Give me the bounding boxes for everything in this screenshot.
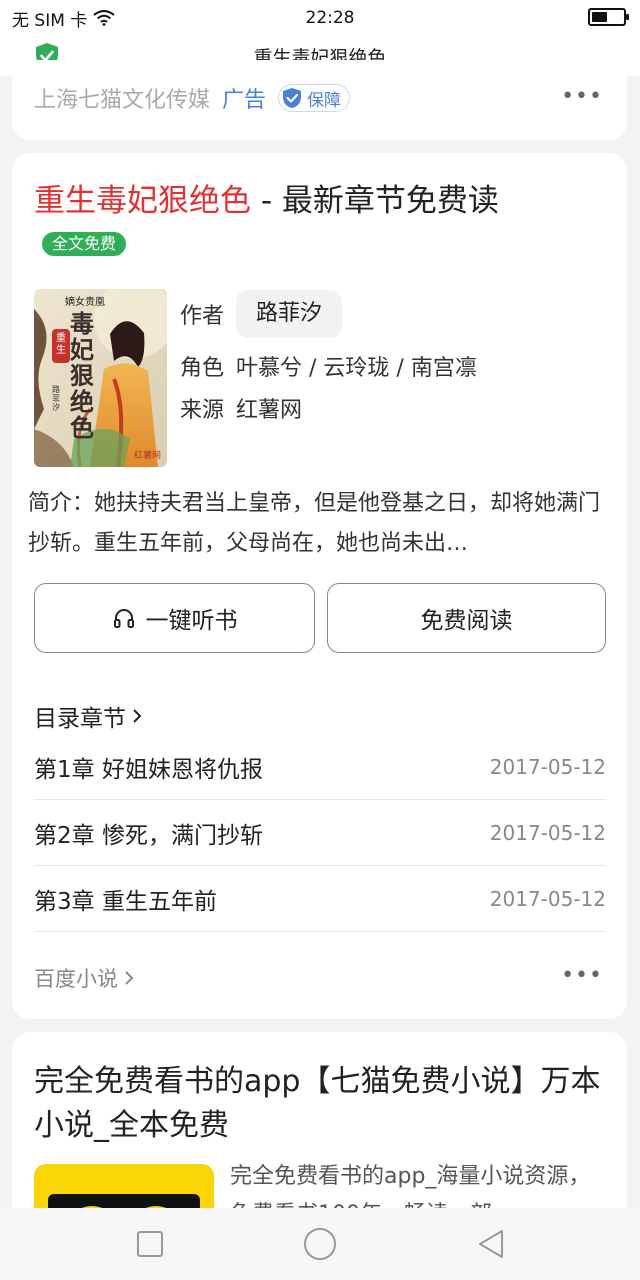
toc-label: 目录章节: [34, 706, 126, 732]
headphones-icon: [113, 609, 134, 628]
chevron-right-icon: [133, 709, 142, 723]
read-button-label: 免费阅读: [420, 608, 513, 634]
book-title-rest: - 最新章节免费读: [251, 183, 499, 219]
roles-label: 角色: [180, 356, 225, 381]
cover-top-text: 嫡女贵凰: [65, 297, 105, 308]
chapter-title: 第1章 好姐妹恩将仇报: [34, 756, 263, 783]
verified-shield-icon: [283, 88, 302, 108]
ad-label: 广告: [222, 88, 267, 113]
app-ad-title[interactable]: 完全免费看书的app【七猫免费小说】万本小说_全本免费: [34, 1060, 614, 1148]
guarantee-label: 保障: [307, 90, 342, 111]
chapter-row[interactable]: 第3章 重生五年前 2017-05-12: [34, 866, 606, 932]
free-tag: 全文免费: [42, 232, 127, 256]
roles-value: 叶慕兮 / 云玲珑 / 南宫凛: [236, 356, 477, 381]
source-row: 来源 红薯网: [180, 392, 302, 424]
chapter-date: 2017-05-12: [489, 820, 606, 845]
chevron-right-icon: [125, 971, 134, 985]
read-free-button[interactable]: 免费阅读: [327, 583, 606, 653]
recent-apps-icon[interactable]: [136, 1230, 164, 1258]
provider-label: 百度小说: [34, 967, 118, 991]
chapter-date: 2017-05-12: [489, 754, 606, 779]
listen-button[interactable]: 一键听书: [34, 583, 315, 653]
system-nav-bar: [0, 1208, 640, 1280]
ad-card-top[interactable]: 上海七猫文化传媒 广告 保障 •••: [12, 60, 627, 140]
listen-button-label: 一键听书: [145, 608, 238, 634]
book-cover[interactable]: 嫡女贵凰 毒妃狠绝色 重生 路菲汐 红薯网: [34, 289, 167, 467]
more-options-button[interactable]: •••: [561, 963, 603, 988]
advertiser-name[interactable]: 上海七猫文化传媒: [34, 82, 210, 114]
status-bar: 无 SIM 卡 22:28: [0, 0, 640, 36]
chapter-row[interactable]: 第1章 好姐妹恩将仇报 2017-05-12: [34, 734, 606, 800]
author-chip[interactable]: 路菲汐: [236, 290, 343, 338]
cover-publisher: 红薯网: [133, 451, 161, 461]
cover-author: 路菲汐: [52, 385, 60, 412]
book-title-highlight: 重生毒妃狠绝色: [34, 183, 251, 219]
more-options-button[interactable]: •••: [561, 84, 603, 109]
wifi-icon: [93, 10, 115, 26]
carrier-label: 无 SIM 卡: [12, 10, 88, 31]
cover-main-text: 毒妃狠绝色: [70, 309, 94, 442]
provider-link[interactable]: 百度小说: [34, 963, 136, 993]
cover-badge: 重生: [52, 329, 70, 363]
home-icon[interactable]: [302, 1226, 338, 1262]
source-label: 来源: [180, 398, 225, 423]
ad-source-row: 上海七猫文化传媒 广告 保障: [34, 82, 351, 114]
source-value: 红薯网: [236, 398, 303, 423]
author-label: 作者: [180, 304, 225, 329]
book-result-card: 重生毒妃狠绝色 - 最新章节免费读 全文免费 嫡女贵凰 毒妃狠绝色 重生 路菲汐…: [12, 153, 627, 1019]
roles-row: 角色 叶慕兮 / 云玲珑 / 南宫凛: [180, 350, 477, 382]
chapter-title: 第3章 重生五年前: [34, 888, 217, 915]
battery-icon: [588, 8, 629, 26]
chapter-title: 第2章 惨死，满门抄斩: [34, 822, 263, 849]
book-intro[interactable]: 简介：她扶持夫君当上皇帝，但是他登基之日，却将她满门抄斩。重生五年前，父母尚在，…: [28, 484, 618, 564]
battery-fill: [592, 12, 607, 22]
back-icon[interactable]: [476, 1228, 506, 1260]
guarantee-badge[interactable]: 保障: [278, 84, 351, 112]
book-title[interactable]: 重生毒妃狠绝色 - 最新章节免费读: [34, 175, 499, 220]
chapter-row[interactable]: 第2章 惨死，满门抄斩 2017-05-12: [34, 800, 606, 866]
toc-link[interactable]: 目录章节: [34, 699, 144, 733]
book-cover-art: [34, 289, 167, 467]
status-left: 无 SIM 卡: [12, 6, 232, 31]
author-row: 作者 路菲汐: [180, 290, 343, 338]
status-time: 22:28: [305, 8, 355, 28]
chapter-date: 2017-05-12: [489, 886, 606, 911]
